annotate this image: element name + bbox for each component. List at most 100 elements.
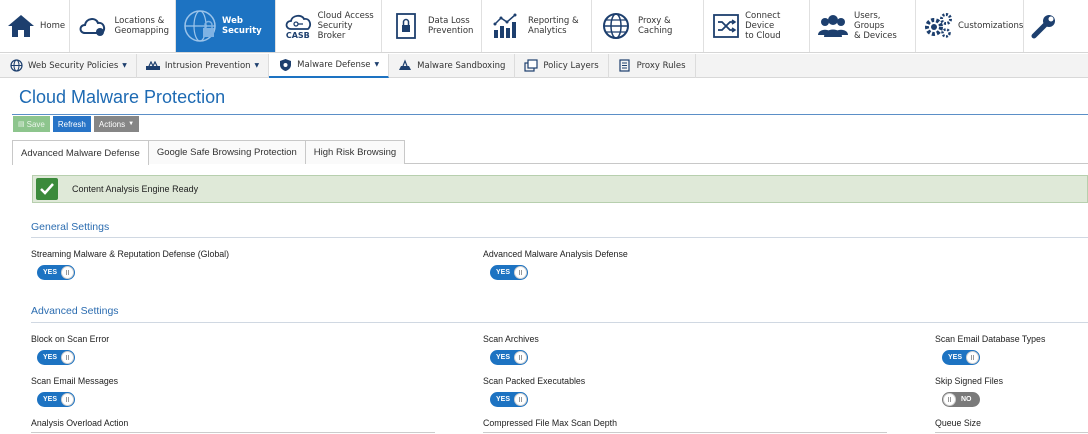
queue-size-input[interactable]	[935, 432, 1088, 433]
tab-high-risk-browsing[interactable]: High Risk Browsing	[304, 140, 406, 164]
toggle-text: YES	[496, 354, 511, 361]
nav-tools[interactable]	[1024, 0, 1064, 52]
casb-icon: CASB	[282, 8, 314, 44]
queue-size-label: Queue Size	[935, 418, 981, 428]
subnav-malware-sandboxing[interactable]: Malware Sandboxing	[389, 53, 516, 78]
nav-label: Cloud Access Security Broker	[317, 11, 374, 41]
intrusion-icon	[145, 59, 160, 73]
status-banner: Content Analysis Engine Ready	[32, 175, 1088, 203]
toggle-text: YES	[496, 269, 511, 276]
shield-bug-icon	[278, 58, 292, 72]
sandbox-icon	[398, 59, 412, 73]
users-icon	[816, 8, 850, 44]
toggle-text: YES	[43, 354, 58, 361]
actions-dropdown-button[interactable]: Actions ▼	[93, 116, 140, 132]
scan-packed-executables-toggle[interactable]: YES	[490, 392, 528, 407]
advanced-malware-analysis-label: Advanced Malware Analysis Defense	[483, 249, 628, 259]
nav-web-security[interactable]: Web Security	[176, 0, 276, 52]
subnav-label: Web Security Policies	[28, 60, 119, 71]
compressed-file-max-scan-depth-input[interactable]	[483, 432, 887, 433]
nav-label: Proxy & Caching	[638, 16, 673, 36]
refresh-button[interactable]: Refresh	[52, 116, 91, 132]
nav-reporting[interactable]: Reporting & Analytics	[482, 0, 592, 52]
toggle-knob	[966, 351, 979, 364]
advanced-settings-heading: Advanced Settings	[31, 305, 119, 317]
actions-label: Actions	[98, 119, 126, 129]
subnav-web-security-policies[interactable]: Web Security Policies ▼	[0, 53, 137, 78]
save-button[interactable]: ▤ Save	[13, 116, 50, 132]
nav-label: Data Loss Prevention	[428, 16, 474, 36]
subnav-label: Policy Layers	[543, 60, 599, 71]
toggle-text: YES	[496, 396, 511, 403]
scan-email-database-types-toggle[interactable]: YES	[942, 350, 980, 365]
proxy-rules-icon	[618, 59, 632, 73]
nav-label: Locations & Geomapping	[114, 16, 169, 36]
nav-label: Reporting & Analytics	[528, 16, 579, 36]
toggle-knob	[61, 351, 74, 364]
toggle-knob	[514, 393, 527, 406]
scan-archives-label: Scan Archives	[483, 334, 539, 344]
page-title: Cloud Malware Protection	[19, 87, 226, 107]
analytics-icon	[488, 8, 524, 44]
subnav-policy-layers[interactable]: Policy Layers	[515, 53, 609, 78]
subnav-intrusion-prevention[interactable]: Intrusion Prevention ▼	[137, 53, 270, 78]
analysis-overload-action-label: Analysis Overload Action	[31, 418, 129, 428]
toggle-text: YES	[948, 354, 963, 361]
subnav-label: Proxy Rules	[636, 60, 686, 71]
nav-home[interactable]: Home	[0, 0, 70, 52]
chevron-down-icon: ▼	[122, 62, 127, 69]
toggle-knob	[943, 393, 956, 406]
scan-email-database-types-label: Scan Email Database Types	[935, 334, 1046, 344]
skip-signed-files-toggle[interactable]: NO	[942, 392, 980, 407]
toggle-knob	[61, 266, 74, 279]
analysis-overload-action-select[interactable]	[31, 432, 435, 433]
nav-label: Web Security	[222, 16, 262, 36]
nav-proxy[interactable]: Proxy & Caching	[592, 0, 704, 52]
subnav-label: Malware Defense	[297, 59, 371, 70]
wrench-icon	[1030, 8, 1058, 44]
casb-text: CASB	[285, 30, 310, 40]
scan-packed-executables-label: Scan Packed Executables	[483, 376, 586, 386]
tab-bar: Advanced Malware Defense Google Safe Bro…	[12, 140, 1088, 165]
refresh-label: Refresh	[57, 119, 86, 129]
tab-google-safe-browsing[interactable]: Google Safe Browsing Protection	[147, 140, 306, 164]
status-banner-text: Content Analysis Engine Ready	[72, 184, 199, 194]
nav-users[interactable]: Users, Groups & Devices	[810, 0, 916, 52]
toggle-knob	[61, 393, 74, 406]
nav-casb[interactable]: CASB Cloud Access Security Broker	[276, 0, 382, 52]
tab-advanced-malware-defense[interactable]: Advanced Malware Defense	[12, 140, 149, 165]
main-navigation: Home Locations & Geomapping Web Security…	[0, 0, 1088, 53]
chevron-down-icon: ▼	[128, 121, 135, 127]
scan-email-messages-toggle[interactable]: YES	[37, 392, 75, 407]
layers-icon	[524, 59, 538, 73]
general-settings-heading: General Settings	[31, 221, 110, 233]
proxy-globe-icon	[598, 8, 634, 44]
compressed-file-max-scan-depth-label: Compressed File Max Scan Depth	[483, 418, 617, 428]
nav-customizations[interactable]: Customizations	[916, 0, 1024, 52]
toggle-knob	[514, 351, 527, 364]
block-on-scan-error-toggle[interactable]: YES	[37, 350, 75, 365]
toolbar: ▤ Save Refresh Actions ▼	[13, 116, 140, 132]
scan-archives-toggle[interactable]: YES	[490, 350, 528, 365]
nav-dlp[interactable]: Data Loss Prevention	[382, 0, 482, 52]
checkmark-icon	[36, 178, 58, 200]
streaming-malware-toggle[interactable]: YES	[37, 265, 75, 280]
subnav-proxy-rules[interactable]: Proxy Rules	[609, 53, 696, 78]
advanced-malware-analysis-toggle[interactable]: YES	[490, 265, 528, 280]
title-divider	[12, 114, 1088, 115]
section-divider	[31, 322, 1088, 323]
subnav-malware-defense[interactable]: Malware Defense ▼	[269, 53, 390, 78]
save-icon: ▤	[18, 121, 25, 128]
globe-lock-icon	[182, 8, 218, 44]
chevron-down-icon: ▼	[374, 61, 380, 68]
toggle-text: NO	[961, 396, 972, 403]
skip-signed-files-label: Skip Signed Files	[935, 376, 1003, 386]
nav-connect-device[interactable]: Connect Device to Cloud	[704, 0, 810, 52]
gears-icon	[922, 8, 954, 44]
nav-label: Home	[40, 21, 66, 31]
connect-device-icon	[710, 8, 741, 44]
nav-label: Customizations	[958, 21, 1024, 31]
nav-label: Connect Device to Cloud	[745, 11, 781, 41]
nav-locations[interactable]: Locations & Geomapping	[70, 0, 176, 52]
subnav-label: Intrusion Prevention	[164, 60, 251, 71]
